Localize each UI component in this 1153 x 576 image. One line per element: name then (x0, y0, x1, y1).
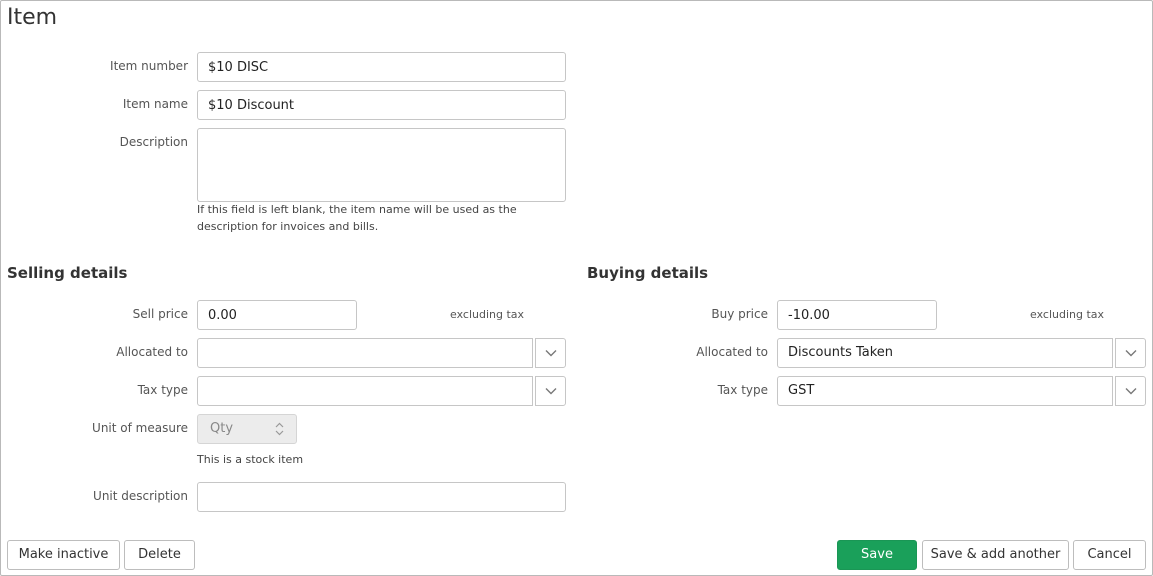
sell-allocated-select[interactable] (197, 338, 566, 368)
selling-details-title: Selling details (7, 264, 128, 282)
sell-allocated-dropdown-button[interactable] (535, 338, 566, 368)
unit-of-measure-stepper[interactable]: Qty (197, 414, 297, 444)
make-inactive-button[interactable]: Make inactive (7, 540, 120, 570)
buy-tax-type-select[interactable]: GST (777, 376, 1146, 406)
save-and-add-another-button[interactable]: Save & add another (922, 540, 1069, 570)
buy-allocated-select[interactable]: Discounts Taken (777, 338, 1146, 368)
sell-tax-type-label: Tax type (137, 383, 188, 397)
delete-button[interactable]: Delete (124, 540, 195, 570)
stock-item-note: This is a stock item (197, 453, 304, 466)
sell-allocated-value[interactable] (197, 338, 533, 368)
sell-price-input[interactable] (197, 300, 357, 330)
buy-allocated-label: Allocated to (696, 345, 768, 359)
page-title: Item (7, 5, 58, 30)
buy-tax-type-label: Tax type (717, 383, 768, 397)
buy-tax-type-value[interactable]: GST (777, 376, 1113, 406)
sell-allocated-label: Allocated to (116, 345, 188, 359)
item-number-label: Item number (110, 59, 188, 73)
chevron-down-icon (545, 350, 556, 357)
description-textarea[interactable] (197, 128, 566, 202)
buy-tax-type-dropdown-button[interactable] (1115, 376, 1146, 406)
buying-details-title: Buying details (587, 264, 709, 282)
item-number-input[interactable] (197, 52, 566, 82)
sell-tax-type-select[interactable] (197, 376, 566, 406)
item-name-label: Item name (122, 97, 188, 111)
buy-allocated-dropdown-button[interactable] (1115, 338, 1146, 368)
unit-of-measure-value: Qty (210, 421, 234, 436)
cancel-button[interactable]: Cancel (1073, 540, 1146, 570)
buy-price-label: Buy price (711, 307, 768, 321)
sell-price-suffix: excluding tax (450, 308, 525, 321)
unit-description-input[interactable] (197, 482, 566, 512)
chevron-down-icon (1125, 350, 1136, 357)
updown-icon (275, 422, 284, 436)
sell-tax-type-value[interactable] (197, 376, 533, 406)
unit-description-label: Unit description (93, 489, 188, 503)
item-name-input[interactable] (197, 90, 566, 120)
buy-price-suffix: excluding tax (1030, 308, 1105, 321)
description-hint: If this field is left blank, the item na… (197, 203, 517, 233)
save-button[interactable]: Save (837, 540, 917, 570)
item-form: Item Item number Item name Description I… (0, 0, 1153, 576)
sell-price-label: Sell price (132, 307, 188, 321)
chevron-down-icon (1125, 388, 1136, 395)
buy-allocated-value[interactable]: Discounts Taken (777, 338, 1113, 368)
description-label: Description (119, 135, 188, 149)
chevron-down-icon (545, 388, 556, 395)
buy-price-input[interactable] (777, 300, 937, 330)
unit-of-measure-label: Unit of measure (92, 421, 188, 435)
sell-tax-type-dropdown-button[interactable] (535, 376, 566, 406)
